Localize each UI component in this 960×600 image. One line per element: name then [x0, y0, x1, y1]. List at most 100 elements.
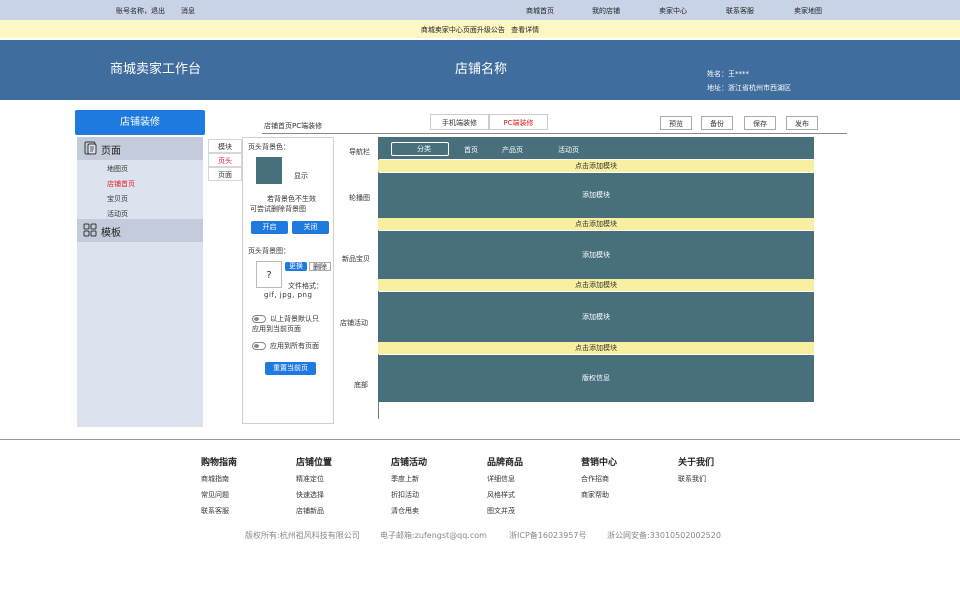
- notice-text: 商城卖家中心页面升级公告: [420, 26, 505, 34]
- sidebar-item-product-page[interactable]: 宝贝页: [107, 194, 128, 204]
- footer-column-shop-activity: 店铺活动 季度上新 折扣活动 清仓甩卖: [391, 455, 427, 522]
- new-products-block[interactable]: 添加模块: [378, 231, 814, 279]
- enable-button[interactable]: 开启: [251, 221, 288, 234]
- footer-column-marketing: 营销中心 合作招商 商家帮助: [581, 455, 617, 506]
- footer-link[interactable]: 商城指南: [201, 474, 237, 484]
- icp-text: 浙ICP备16023957号: [509, 531, 587, 540]
- footer-heading: 营销中心: [581, 458, 618, 468]
- footer-link[interactable]: 联系我们: [678, 474, 714, 484]
- footer-link[interactable]: 折扣活动: [391, 490, 427, 500]
- tab-pc-decoration[interactable]: PC端装修: [489, 114, 548, 130]
- footer-link[interactable]: 快速选择: [296, 490, 332, 500]
- footer-link[interactable]: 精准定位: [296, 474, 332, 484]
- format-values: gif, jpg, png: [264, 291, 313, 299]
- row-label-new-products: 新品宝贝: [342, 255, 370, 263]
- owner-address: 地址：浙江省杭州市西湖区: [707, 84, 791, 92]
- preview-button[interactable]: 预览: [660, 116, 692, 130]
- nav-item-home[interactable]: 首页: [464, 145, 478, 155]
- footer-link[interactable]: 常见问题: [201, 490, 237, 500]
- bg-color-swatch[interactable]: [256, 157, 282, 184]
- nav-item-activity[interactable]: 活动页: [558, 145, 579, 155]
- tab-mobile-decoration[interactable]: 手机端装修: [430, 114, 489, 130]
- footer-heading: 店铺活动: [391, 458, 428, 468]
- sidebar-panel: [77, 137, 203, 427]
- sidebar-section-templates[interactable]: 模板: [77, 219, 203, 242]
- publish-button[interactable]: 发布: [786, 116, 818, 130]
- apply-current-line1: 以上背景默认只: [270, 315, 319, 323]
- apply-all-label: 应用到所有页面: [270, 342, 319, 350]
- footer-heading: 品牌商品: [487, 458, 524, 468]
- grid-icon: [83, 223, 97, 237]
- sidebar-section-pages[interactable]: 页面: [77, 137, 203, 160]
- close-button[interactable]: 关闭: [292, 221, 329, 234]
- footer-column-shop-location: 店铺位置 精准定位 快速选择 店铺新品: [296, 455, 332, 522]
- footer-link[interactable]: 合作招商: [581, 474, 617, 484]
- shop-decoration-button[interactable]: 店铺装修: [75, 110, 205, 135]
- footer-link[interactable]: 商家帮助: [581, 490, 617, 500]
- nav-bar-block[interactable]: 分类 首页 产品页 活动页: [378, 137, 814, 159]
- copyright-block[interactable]: 版权信息: [378, 355, 814, 402]
- footer-link[interactable]: 图文并茂: [487, 506, 523, 516]
- top-link-contact-service[interactable]: 联系客服: [726, 6, 754, 16]
- bg-color-label: 页头背景色：: [248, 143, 290, 151]
- row-label-carousel: 轮播图: [349, 194, 370, 202]
- row-label-nav: 导航栏: [349, 148, 370, 156]
- tab-page[interactable]: 页面: [208, 167, 242, 181]
- shop-activity-block[interactable]: 添加模块: [378, 292, 814, 342]
- tab-header[interactable]: 页头: [208, 153, 242, 167]
- sidebar-item-map-page[interactable]: 地图页: [107, 164, 128, 174]
- footer-link[interactable]: 联系客服: [201, 506, 237, 516]
- footer-divider: [0, 439, 960, 440]
- add-module-bar[interactable]: 点击添加模块: [378, 218, 814, 230]
- reset-page-button[interactable]: 重置当前页: [265, 362, 316, 375]
- header-divider: [262, 133, 847, 134]
- email-text: 电子邮箱:zufengst@qq.com: [380, 531, 487, 540]
- footer-heading: 关于我们: [678, 458, 715, 468]
- save-button[interactable]: 保存: [744, 116, 776, 130]
- add-module-bar[interactable]: 点击添加模块: [378, 342, 814, 354]
- carousel-block[interactable]: 添加模块: [378, 173, 814, 218]
- bg-hint-line2: 可尝试删除背景图: [250, 205, 306, 213]
- footer-column-shopping-guide: 购物指南 商城指南 常见问题 联系客服: [201, 455, 237, 522]
- account-link[interactable]: 账号名称，退出: [116, 6, 165, 16]
- sidebar-templates-label: 模板: [101, 228, 121, 239]
- sidebar-item-shop-home[interactable]: 店铺首页: [107, 179, 135, 189]
- notice-detail-link[interactable]: 查看详情: [511, 26, 539, 34]
- apply-all-toggle[interactable]: [252, 342, 266, 350]
- replace-image-button[interactable]: 更换: [285, 262, 307, 271]
- top-link-seller-center[interactable]: 卖家中心: [659, 6, 687, 16]
- add-module-bar[interactable]: 点击添加模块: [378, 279, 814, 291]
- apply-current-line2: 应用到当前页面: [252, 325, 301, 333]
- copyright-text: 版权所有:杭州祖风科技有限公司: [245, 531, 360, 540]
- tab-module[interactable]: 模块: [208, 139, 242, 153]
- footer-column-about: 关于我们 联系我们: [678, 455, 714, 490]
- owner-name: 姓名：王****: [707, 70, 749, 78]
- bg-hint-line1: 若背景色不生效: [267, 195, 316, 203]
- footer-link[interactable]: 店铺新品: [296, 506, 332, 516]
- format-label: 文件格式：: [288, 282, 323, 290]
- editor-title: 店铺首页PC端装修: [264, 122, 323, 130]
- sidebar-item-activity-page[interactable]: 活动页: [107, 209, 128, 219]
- messages-link[interactable]: 消息: [181, 6, 195, 16]
- bg-image-placeholder[interactable]: ?: [256, 261, 282, 288]
- sidebar-pages-label: 页面: [101, 146, 121, 157]
- top-link-home[interactable]: 商城首页: [526, 6, 554, 16]
- footer-heading: 购物指南: [201, 458, 238, 468]
- footer-link[interactable]: 详细信息: [487, 474, 523, 484]
- bg-image-label: 页头背景图：: [248, 247, 290, 255]
- add-module-bar[interactable]: 点击添加模块: [378, 160, 814, 172]
- top-link-seller-map[interactable]: 卖家地图: [794, 6, 822, 16]
- footer-link[interactable]: 清仓甩卖: [391, 506, 427, 516]
- police-record-text: 浙公网安备:33010502002520: [607, 531, 721, 540]
- apply-current-toggle[interactable]: [252, 315, 266, 323]
- backup-button[interactable]: 备份: [701, 116, 733, 130]
- footer-link[interactable]: 季度上新: [391, 474, 427, 484]
- page-canvas: 分类 首页 产品页 活动页 点击添加模块 添加模块 点击添加模块 添加模块 点击…: [378, 137, 814, 402]
- category-dropdown[interactable]: 分类: [391, 142, 449, 156]
- top-link-my-shop[interactable]: 我的店铺: [592, 6, 620, 16]
- shop-name: 店铺名称: [455, 62, 508, 77]
- footer-link[interactable]: 风格样式: [487, 490, 523, 500]
- nav-item-products[interactable]: 产品页: [502, 145, 523, 155]
- delete-image-button[interactable]: 删除: [309, 262, 331, 271]
- footer-column-brand-products: 品牌商品 详细信息 风格样式 图文并茂: [487, 455, 523, 522]
